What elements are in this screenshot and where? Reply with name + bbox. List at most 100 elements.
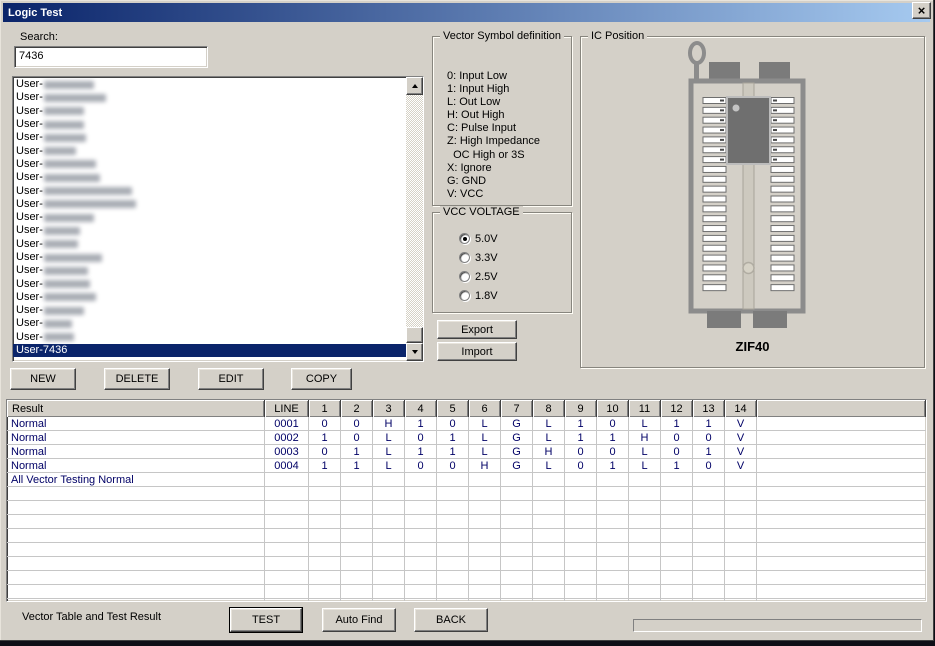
list-item[interactable]: User-: [13, 144, 406, 157]
delete-button[interactable]: DELETE: [104, 368, 170, 390]
list-item[interactable]: User-: [13, 78, 406, 91]
table-row[interactable]: [7, 543, 926, 557]
column-header[interactable]: 2: [341, 400, 373, 417]
vector-cell: 1: [341, 459, 373, 473]
list-item[interactable]: User-: [13, 277, 406, 290]
vcc-option[interactable]: 2.5V: [459, 267, 498, 286]
column-header[interactable]: [757, 400, 926, 417]
vcc-option[interactable]: 1.8V: [459, 286, 498, 305]
table-row[interactable]: Normal000210L01LGL11H00V: [7, 431, 926, 445]
list-item[interactable]: User-: [13, 291, 406, 304]
vector-cell: [405, 473, 437, 487]
list-item[interactable]: User-: [13, 224, 406, 237]
vector-symbol-line: H: Out High: [447, 109, 540, 122]
list-item[interactable]: User-: [13, 198, 406, 211]
list-item[interactable]: User-: [13, 317, 406, 330]
vcc-option[interactable]: 5.0V: [459, 229, 498, 248]
column-header[interactable]: 14: [725, 400, 757, 417]
table-row[interactable]: Normal000100H10LGL10L11V: [7, 417, 926, 431]
result-cell: Normal: [7, 459, 265, 473]
list-item-redacted-text: [44, 227, 80, 235]
list-scrollbar[interactable]: [406, 77, 423, 361]
pin-slot: [771, 216, 794, 222]
pin-slot: [703, 226, 726, 232]
table-row[interactable]: [7, 599, 926, 602]
list-item[interactable]: User-: [13, 304, 406, 317]
vector-cell: 1: [565, 417, 597, 431]
list-item[interactable]: User-: [13, 251, 406, 264]
list-item-label: User-: [16, 211, 43, 224]
table-row[interactable]: [7, 571, 926, 585]
vector-cell: [629, 599, 661, 602]
edit-button[interactable]: EDIT: [198, 368, 264, 390]
pin-slot: [771, 245, 794, 251]
import-button[interactable]: Import: [437, 342, 517, 361]
list-item[interactable]: User-: [13, 131, 406, 144]
table-row[interactable]: Normal000411L00HGL01L10V: [7, 459, 926, 473]
close-button[interactable]: ×: [912, 2, 931, 19]
list-item[interactable]: User-: [13, 184, 406, 197]
list-item-label: User-: [16, 331, 43, 344]
scrollbar-down-button[interactable]: [406, 343, 423, 361]
vector-cell: [629, 557, 661, 571]
scrollbar-up-button[interactable]: [406, 77, 423, 95]
column-header[interactable]: 13: [693, 400, 725, 417]
list-item[interactable]: User-: [13, 118, 406, 131]
vector-cell: 0: [693, 459, 725, 473]
list-item[interactable]: User-: [13, 105, 406, 118]
export-button[interactable]: Export: [437, 320, 517, 339]
table-row[interactable]: Normal000301L11LGH00L01V: [7, 445, 926, 459]
list-item[interactable]: User-: [13, 158, 406, 171]
vector-cell: [693, 529, 725, 543]
table-row[interactable]: [7, 585, 926, 599]
pin-slot: [703, 265, 726, 271]
vector-cell: [501, 599, 533, 602]
table-row[interactable]: [7, 487, 926, 501]
column-header[interactable]: 7: [501, 400, 533, 417]
column-header[interactable]: 1: [309, 400, 341, 417]
scrollbar-track[interactable]: [406, 95, 423, 343]
back-button[interactable]: BACK: [414, 608, 488, 632]
vcc-option[interactable]: 3.3V: [459, 248, 498, 267]
column-header[interactable]: 6: [469, 400, 501, 417]
table-row[interactable]: [7, 557, 926, 571]
vector-cell: [629, 487, 661, 501]
list-item[interactable]: User-7436: [13, 344, 406, 357]
pin-slot: [703, 206, 726, 212]
list-item[interactable]: User-: [13, 264, 406, 277]
table-row[interactable]: All Vector Testing Normal: [7, 473, 926, 487]
list-item[interactable]: User-: [13, 91, 406, 104]
list-item[interactable]: User-: [13, 331, 406, 344]
pin-slot: [771, 226, 794, 232]
column-header[interactable]: Result: [7, 400, 265, 417]
column-header[interactable]: 11: [629, 400, 661, 417]
table-row[interactable]: [7, 501, 926, 515]
table-row[interactable]: [7, 515, 926, 529]
copy-button[interactable]: COPY: [291, 368, 352, 390]
column-header[interactable]: 9: [565, 400, 597, 417]
table-row[interactable]: [7, 529, 926, 543]
scrollbar-thumb[interactable]: [406, 327, 423, 343]
column-header[interactable]: 5: [437, 400, 469, 417]
column-header[interactable]: 3: [373, 400, 405, 417]
vector-cell: [437, 529, 469, 543]
column-header[interactable]: 12: [661, 400, 693, 417]
column-header[interactable]: 8: [533, 400, 565, 417]
column-header[interactable]: LINE: [265, 400, 309, 417]
list-item[interactable]: User-: [13, 238, 406, 251]
test-button[interactable]: TEST: [230, 608, 302, 632]
vector-cell: [309, 501, 341, 515]
list-item-redacted-text: [44, 240, 78, 248]
list-item[interactable]: User-: [13, 211, 406, 224]
vector-cell: 0: [661, 431, 693, 445]
column-header[interactable]: 4: [405, 400, 437, 417]
search-input[interactable]: 7436: [14, 46, 208, 68]
list-item[interactable]: User-: [13, 171, 406, 184]
new-button[interactable]: NEW: [10, 368, 76, 390]
title-bar[interactable]: Logic Test: [3, 3, 930, 22]
column-header[interactable]: 10: [597, 400, 629, 417]
pin-slot: [703, 196, 726, 202]
auto-find-button[interactable]: Auto Find: [322, 608, 396, 632]
spacer-cell: [757, 599, 926, 602]
pin-slot: [771, 166, 794, 172]
